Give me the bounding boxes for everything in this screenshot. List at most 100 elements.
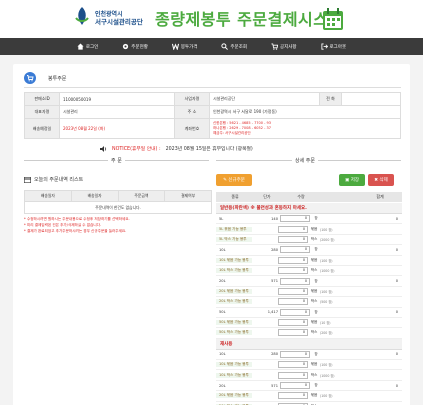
notice-bar: NOTICE(휴무일 안내) : 2023년 08월 15일은 휴무입니다 (광… <box>100 145 253 152</box>
product-row: 20L 박스 가능 봉투 0박스(500 장) <box>216 297 402 308</box>
gear-icon <box>123 43 129 50</box>
row-total: 0 <box>395 352 398 357</box>
pack-size: (100 장) <box>320 258 333 263</box>
quantity-input[interactable]: 0 <box>278 256 308 264</box>
info-label: 배송예정일 <box>24 118 60 139</box>
quantity-input[interactable]: 0 <box>280 277 310 285</box>
quantity-input[interactable]: 0 <box>278 267 308 275</box>
column-header: 종류 <box>231 194 239 199</box>
unit-label: 장 <box>314 351 318 356</box>
product-name: 20L <box>219 383 226 388</box>
info-label: 사업자명 <box>174 92 210 106</box>
quantity-input[interactable]: 0 <box>278 392 308 400</box>
quantity-input[interactable]: 0 <box>280 382 310 390</box>
quantity-input[interactable]: 0 <box>280 215 310 223</box>
quantity-input[interactable]: 0 <box>278 329 308 337</box>
nav-item-login[interactable]: 로그인 <box>65 38 110 55</box>
product-name: 10L <box>219 352 226 357</box>
product-row: 20L 묶음 가능 봉투 0 묶음 (100 장) <box>216 287 402 298</box>
delivery-date: 2023년 08월 22일 (화) <box>59 118 175 139</box>
unit-price: 280 <box>271 247 278 252</box>
save-button[interactable]: ▣ 저장 <box>339 174 365 186</box>
product-name: 20L <box>219 279 226 284</box>
product-name: 10L 박스 가능 봉투 <box>216 268 252 274</box>
nav-label: 공지사항 <box>279 44 297 50</box>
product-row: 10L 박스 가능 봉투 0 박스 (1000 장) <box>216 370 402 381</box>
quantity-input[interactable]: 0 <box>278 235 308 243</box>
quantity-input[interactable]: 0 <box>278 371 308 379</box>
section-title-order: 주 문 <box>108 157 125 164</box>
save-label: 저장 <box>350 178 359 183</box>
product-row: 10L 박스 가능 봉투 0 박스 (1000 장) <box>216 266 402 277</box>
unit-label: 묶음 <box>310 257 318 262</box>
seller-info-table: 판매소ID 11000050019 사업자명 시설관리공단 전 화 대표자명 시… <box>24 92 401 139</box>
product-name: 10L <box>219 247 226 252</box>
quantity-input[interactable]: 0 <box>280 308 310 316</box>
new-order-label: 신규주문 <box>228 178 245 183</box>
info-value: 인천광역시 서구 서달로 190 (가정동) <box>209 105 401 119</box>
column-header: 주문금액 <box>117 190 166 202</box>
quantity-input[interactable]: 0 <box>278 287 308 295</box>
unit-label: 장 <box>314 383 318 388</box>
unit-label: 장 <box>314 216 318 221</box>
pack-size: (200 장) <box>320 331 333 336</box>
quantity-input[interactable]: 0 <box>280 246 310 254</box>
product-row: 50L 박스 가능 봉투 0 박스 (200 장) <box>216 328 402 339</box>
search-icon <box>221 43 229 50</box>
list-title-text: 오늘의 주문내역 리스트 <box>34 177 84 183</box>
nav-item-order-status[interactable]: 주문현황 <box>110 38 160 55</box>
product-name: 20L 박스 가능 봉투 <box>216 299 252 305</box>
info-value: 시설관리 <box>59 105 175 119</box>
unit-label: 묶음 <box>310 320 318 325</box>
column-header: 단가 <box>263 194 271 199</box>
category-header: 일반용(파란색) ※ 불연성과 혼동하지 마세요. <box>216 203 402 214</box>
nav-label: 주문조회 <box>230 44 247 50</box>
unit-label: 박스 <box>310 330 318 335</box>
new-order-button[interactable]: ✎ 신규주문 <box>216 174 252 186</box>
product-row: 50L 묶음 가능 봉투 0 묶음 (10 장) <box>216 318 402 329</box>
delete-label: 삭제 <box>379 178 388 183</box>
list-title: 오늘의 주문내역 리스트 <box>24 176 83 183</box>
product-row: 10L 묶음 가능 봉투 0 묶음 (100 장) <box>216 256 402 266</box>
nav-label: 로그인 <box>85 44 99 50</box>
quantity-input[interactable]: 0 <box>278 298 308 306</box>
nav-item-notice[interactable]: 공지사항 <box>259 38 309 55</box>
system-title: 종량제봉투 주문결제시스템 <box>155 10 344 29</box>
product-name: 10L 묶음 가능 봉투 <box>216 362 252 368</box>
calendar-icon <box>323 8 343 30</box>
speaker-icon <box>100 145 107 152</box>
bank-accounts: 신한은행 : 5621 - 4685 - 7700 - 93 하나은행 : 26… <box>209 118 401 139</box>
note-line: * 결제가 완료되었고 추가주문하시려는 경우 신규주문을 눌러주세요. <box>24 229 127 233</box>
unit-label: 박스 <box>310 268 318 273</box>
column-header: 결제여부 <box>164 190 212 202</box>
product-name: 10L 박스 가능 봉투 <box>216 372 252 378</box>
product-row: 5L 박스 가능 봉투 0 박스 (2000 장) <box>216 235 402 246</box>
product-row: 5L 묶음 가능 봉투 0 묶음 (100 장) <box>216 224 402 235</box>
info-value: 시설관리공단 <box>209 92 320 106</box>
main-nav: 로그인 주문현황 봉투가격 주문조회 공지사항 로그아웃 <box>0 38 423 55</box>
org-logo-icon <box>75 7 89 25</box>
product-name: 10L 묶음 가능 봉투 <box>216 257 252 263</box>
quantity-input[interactable]: 0 <box>278 319 308 327</box>
quantity-input[interactable]: 0 <box>278 225 308 233</box>
nav-item-order-search[interactable]: 주문조회 <box>209 38 259 55</box>
product-row: 20L 571 0 장 0 <box>216 381 402 392</box>
nav-item-logout[interactable]: 로그아웃 <box>309 38 359 55</box>
pack-size: (2000 장) <box>320 237 335 242</box>
notice-label: NOTICE(휴무일 안내) : <box>112 147 161 152</box>
row-total: 0 <box>395 383 398 388</box>
unit-price: 1,417 <box>267 310 278 315</box>
unit-label: 묶음 <box>310 362 318 367</box>
delete-button[interactable]: ✖ 삭제 <box>368 174 394 186</box>
product-name: 20L 묶음 가능 봉투 <box>216 288 252 294</box>
won-icon <box>171 43 179 50</box>
row-total: 0 <box>395 279 398 284</box>
column-header: 합계 <box>376 194 384 199</box>
divider <box>24 87 401 88</box>
quantity-input[interactable]: 0 <box>278 361 308 369</box>
nav-label: 주문현황 <box>131 44 148 50</box>
nav-item-bag-price[interactable]: 봉투가격 <box>160 38 210 55</box>
unit-price: 571 <box>271 279 278 284</box>
product-name: 50L 박스 가능 봉투 <box>216 330 252 336</box>
quantity-input[interactable]: 0 <box>280 350 310 358</box>
